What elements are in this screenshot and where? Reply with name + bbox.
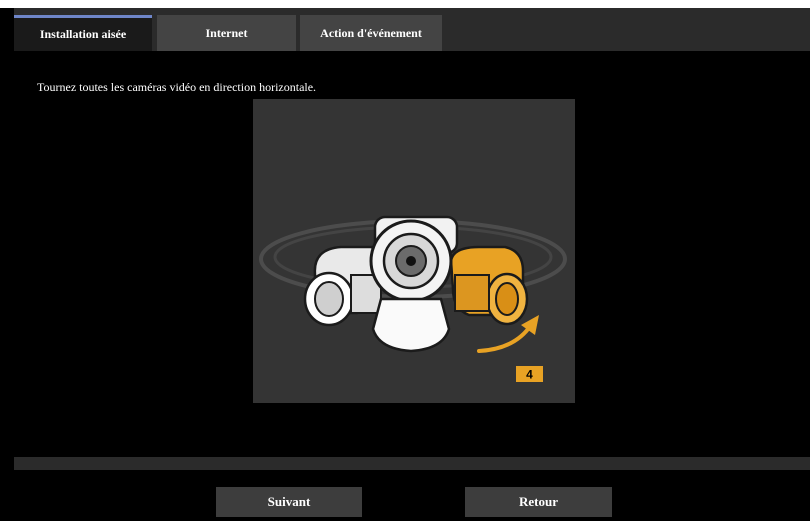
next-button-label: Suivant: [267, 494, 311, 509]
top-border: [0, 0, 810, 8]
camera-center: [369, 215, 459, 353]
footer-separator: [14, 457, 810, 470]
tab-action-evenement[interactable]: Action d'événement: [300, 15, 442, 51]
camera-right-highlighted: [449, 245, 529, 326]
tab-label: Internet: [205, 25, 248, 40]
tab-label: Action d'événement: [320, 25, 422, 40]
rotation-arrow: [477, 323, 533, 353]
step-badge-number: 4: [526, 368, 533, 382]
back-button-label: Retour: [519, 494, 558, 509]
tab-label: Installation aisée: [39, 27, 127, 41]
camera-rotation-illustration: 4: [253, 99, 575, 403]
next-button[interactable]: Suivant: [216, 487, 362, 517]
back-button[interactable]: Retour: [465, 487, 612, 517]
tab-installation-aisee[interactable]: Installation aisée: [14, 15, 152, 51]
instruction-text: Tournez toutes les caméras vidéo en dire…: [37, 80, 317, 94]
tab-internet[interactable]: Internet: [157, 15, 296, 51]
